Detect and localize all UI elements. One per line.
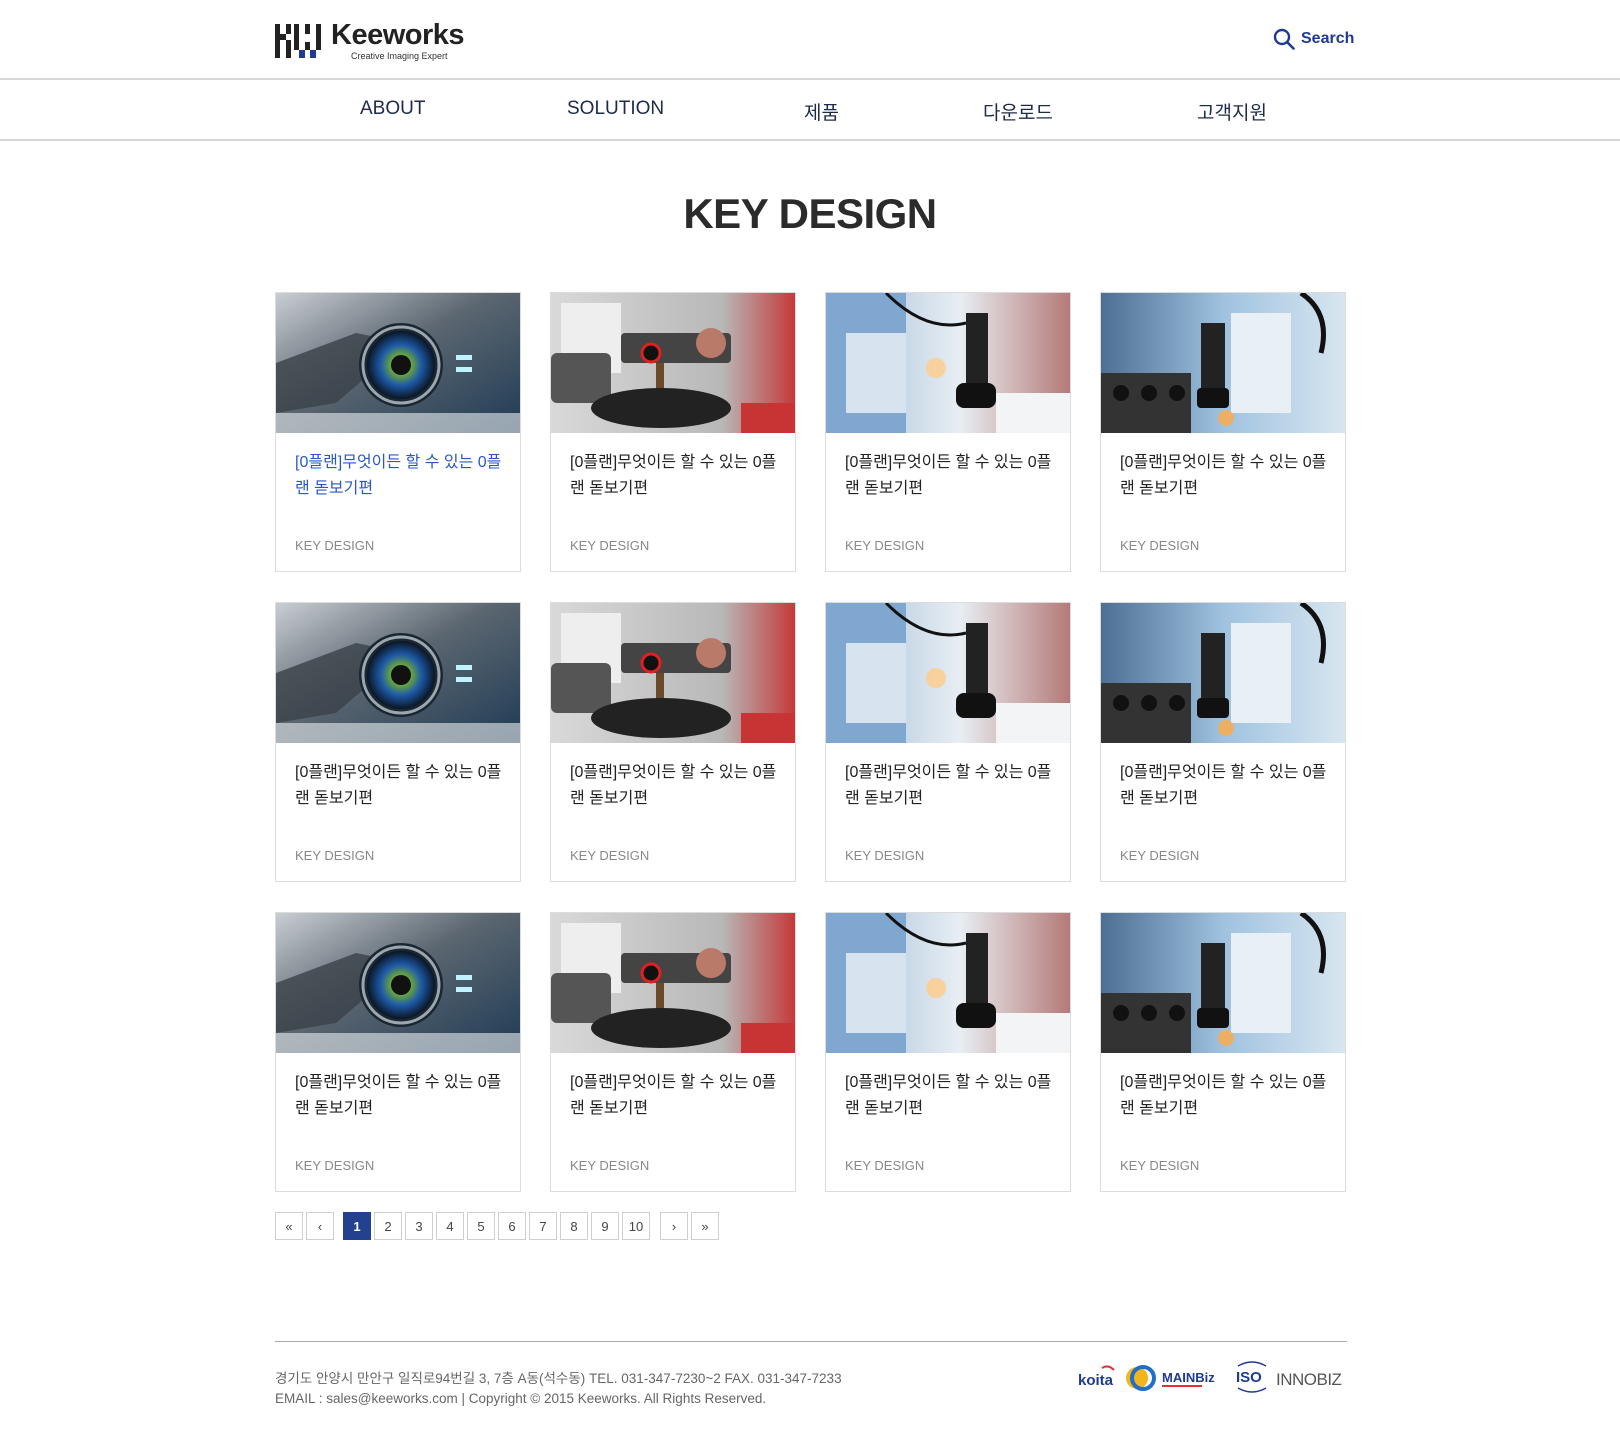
- nav-item-download[interactable]: 다운로드: [983, 98, 1053, 125]
- card-category: KEY DESIGN: [295, 538, 375, 553]
- page-button-4[interactable]: 4: [436, 1212, 464, 1240]
- card-title: [0플랜]무엇이든 할 수 있는 0플랜 돋보기편: [295, 454, 502, 497]
- inspection-machine-image: [551, 913, 795, 1053]
- brand-logo[interactable]: Keeworks Creative Imaging Expert: [275, 19, 465, 62]
- page-button-2[interactable]: 2: [374, 1212, 402, 1240]
- card-category: KEY DESIGN: [1120, 538, 1200, 553]
- factory-automation-image: [1101, 913, 1345, 1053]
- page-button-10[interactable]: 10: [622, 1212, 650, 1240]
- koita-text: koita: [1078, 1372, 1114, 1389]
- search-button[interactable]: Search: [1273, 28, 1354, 50]
- prev-page-button[interactable]: ‹: [306, 1212, 334, 1240]
- factory-automation-image: [1101, 293, 1345, 433]
- card-title: [0플랜]무엇이든 할 수 있는 0플랜 돋보기편: [1120, 1074, 1327, 1117]
- footer-address: 경기도 안양시 만안구 일직로94번길 3, 7층 A동(석수동) TEL. 0…: [275, 1371, 842, 1386]
- card-title: [0플랜]무엇이든 할 수 있는 0플랜 돋보기편: [295, 1074, 502, 1117]
- product-card[interactable]: [0플랜]무엇이든 할 수 있는 0플랜 돋보기편 KEY DESIGN: [275, 292, 521, 572]
- page-title: KEY DESIGN: [683, 190, 937, 237]
- inspection-machine-image: [551, 603, 795, 743]
- card-title: [0플랜]무엇이든 할 수 있는 0플랜 돋보기편: [570, 1074, 777, 1117]
- mainbiz-logo-icon: MAINBiz: [1162, 1370, 1215, 1387]
- brand-tagline: Creative Imaging Expert: [351, 51, 448, 61]
- brand-name: Keeworks: [331, 19, 465, 51]
- footer-info: 경기도 안양시 만안구 일직로94번길 3, 7층 A동(석수동) TEL. 0…: [275, 1369, 842, 1409]
- card-category: KEY DESIGN: [845, 1158, 925, 1173]
- card-title: [0플랜]무엇이든 할 수 있는 0플랜 돋보기편: [845, 454, 1052, 497]
- page-button-8[interactable]: 8: [560, 1212, 588, 1240]
- car-headlight-image: [276, 603, 520, 743]
- main-nav: ABOUT SOLUTION 제품 다운로드 고객지원: [0, 80, 1620, 141]
- page-button-6[interactable]: 6: [498, 1212, 526, 1240]
- product-card[interactable]: [0플랜]무엇이든 할 수 있는 0플랜 돋보기편 KEY DESIGN: [550, 292, 796, 572]
- product-card[interactable]: [0플랜]무엇이든 할 수 있는 0플랜 돋보기편 KEY DESIGN: [275, 602, 521, 882]
- footer-email-copyright: EMAIL : sales@keeworks.com | Copyright ©…: [275, 1391, 767, 1406]
- product-card[interactable]: [0플랜]무엇이든 할 수 있는 0플랜 돋보기편 KEY DESIGN: [1100, 912, 1346, 1192]
- page-button-5[interactable]: 5: [467, 1212, 495, 1240]
- search-icon: [1273, 28, 1295, 50]
- car-headlight-image: [276, 293, 520, 433]
- certification-badges: koita MAINBiz ISO INNOBIZ: [1078, 1358, 1348, 1398]
- last-page-button[interactable]: »: [691, 1212, 719, 1240]
- inspection-machine-image: [551, 293, 795, 433]
- page-button-7[interactable]: 7: [529, 1212, 557, 1240]
- card-category: KEY DESIGN: [845, 848, 925, 863]
- factory-automation-image: [1101, 603, 1345, 743]
- first-page-button[interactable]: «: [275, 1212, 303, 1240]
- card-category: KEY DESIGN: [1120, 1158, 1200, 1173]
- car-headlight-image: [276, 913, 520, 1053]
- card-category: KEY DESIGN: [570, 848, 650, 863]
- card-title: [0플랜]무엇이든 할 수 있는 0플랜 돋보기편: [845, 1074, 1052, 1117]
- card-title: [0플랜]무엇이든 할 수 있는 0플랜 돋보기편: [1120, 764, 1327, 807]
- product-card[interactable]: [0플랜]무엇이든 할 수 있는 0플랜 돋보기편 KEY DESIGN: [275, 912, 521, 1192]
- innobiz-logo-icon: INNOBIZ: [1276, 1370, 1342, 1389]
- industrial-camera-image: [826, 293, 1070, 433]
- iso-logo-icon: ISO: [1236, 1361, 1267, 1393]
- card-category: KEY DESIGN: [295, 1158, 375, 1173]
- iso-text: ISO: [1236, 1369, 1262, 1386]
- card-category: KEY DESIGN: [1120, 848, 1200, 863]
- page-button-9[interactable]: 9: [591, 1212, 619, 1240]
- product-card[interactable]: [0플랜]무엇이든 할 수 있는 0플랜 돋보기편 KEY DESIGN: [550, 602, 796, 882]
- page-button-3[interactable]: 3: [405, 1212, 433, 1240]
- industrial-camera-image: [826, 603, 1070, 743]
- brand-text: Keeworks Creative Imaging Expert: [331, 19, 465, 62]
- card-title: [0플랜]무엇이든 할 수 있는 0플랜 돋보기편: [845, 764, 1052, 807]
- mainbiz-text: MAINBiz: [1162, 1370, 1215, 1385]
- site-header: Keeworks Creative Imaging Expert Search: [0, 0, 1620, 80]
- card-category: KEY DESIGN: [570, 1158, 650, 1173]
- nav-item-products[interactable]: 제품: [804, 98, 839, 125]
- innobiz-text: INNOBIZ: [1276, 1370, 1342, 1389]
- footer-divider: [275, 1341, 1347, 1342]
- product-card[interactable]: [0플랜]무엇이든 할 수 있는 0플랜 돋보기편 KEY DESIGN: [1100, 602, 1346, 882]
- product-card[interactable]: [0플랜]무엇이든 할 수 있는 0플랜 돋보기편 KEY DESIGN: [1100, 292, 1346, 572]
- card-title: [0플랜]무엇이든 할 수 있는 0플랜 돋보기편: [570, 764, 777, 807]
- nav-item-about[interactable]: ABOUT: [360, 98, 425, 120]
- nav-item-support[interactable]: 고객지원: [1197, 98, 1267, 125]
- search-label: Search: [1301, 30, 1355, 47]
- koita-logo-icon: koita: [1078, 1365, 1115, 1389]
- product-card[interactable]: [0플랜]무엇이든 할 수 있는 0플랜 돋보기편 KEY DESIGN: [825, 602, 1071, 882]
- card-category: KEY DESIGN: [295, 848, 375, 863]
- keeworks-logo-icon: [275, 24, 321, 58]
- card-category: KEY DESIGN: [845, 538, 925, 553]
- product-card[interactable]: [0플랜]무엇이든 할 수 있는 0플랜 돋보기편 KEY DESIGN: [550, 912, 796, 1192]
- product-card[interactable]: [0플랜]무엇이든 할 수 있는 0플랜 돋보기편 KEY DESIGN: [825, 912, 1071, 1192]
- venture-logo-icon: [1126, 1365, 1156, 1391]
- card-title: [0플랜]무엇이든 할 수 있는 0플랜 돋보기편: [295, 764, 502, 807]
- product-card[interactable]: [0플랜]무엇이든 할 수 있는 0플랜 돋보기편 KEY DESIGN: [825, 292, 1071, 572]
- industrial-camera-image: [826, 913, 1070, 1053]
- card-category: KEY DESIGN: [570, 538, 650, 553]
- next-page-button[interactable]: ›: [660, 1212, 688, 1240]
- page-button-1[interactable]: 1: [343, 1212, 371, 1240]
- card-title: [0플랜]무엇이든 할 수 있는 0플랜 돋보기편: [570, 454, 777, 497]
- nav-item-solution[interactable]: SOLUTION: [567, 98, 664, 120]
- card-title: [0플랜]무엇이든 할 수 있는 0플랜 돋보기편: [1120, 454, 1327, 497]
